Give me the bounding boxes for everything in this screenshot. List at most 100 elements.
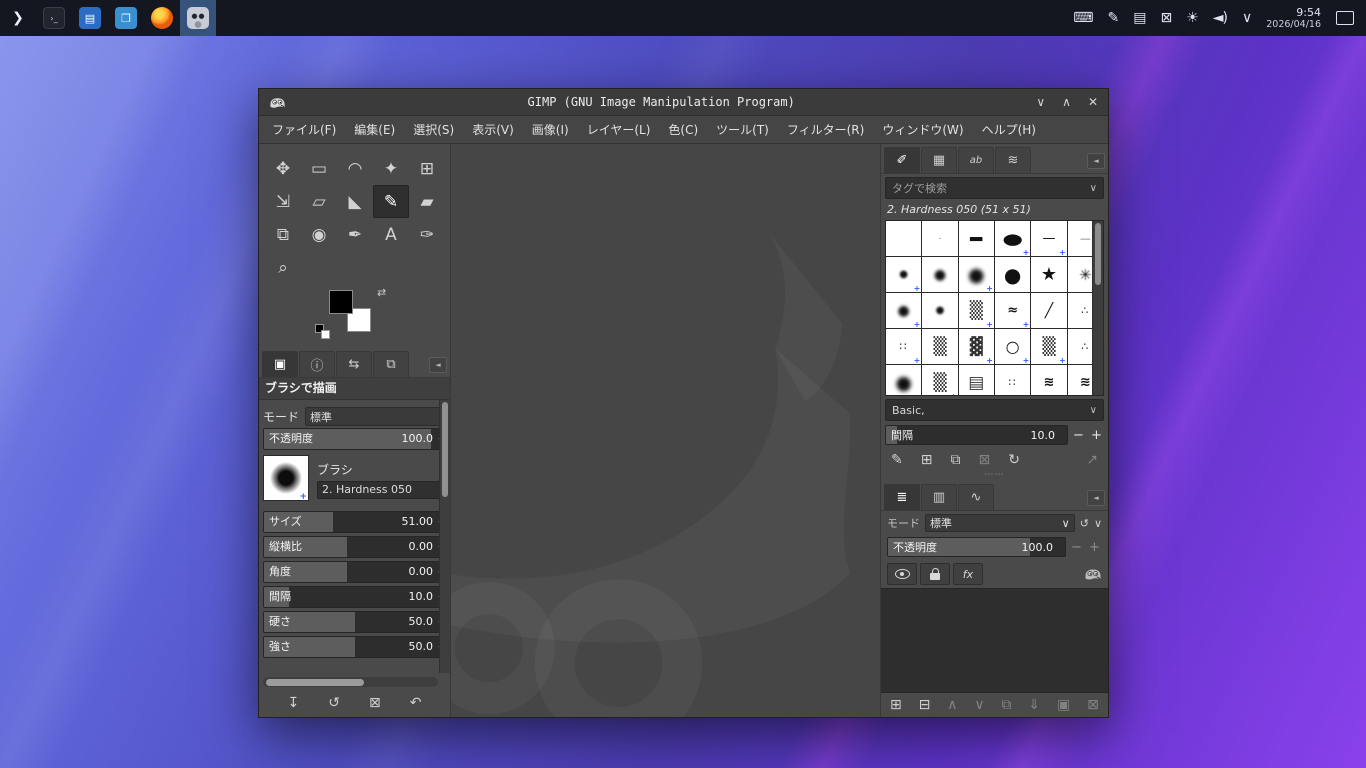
brush-item[interactable]: ▒ <box>922 329 958 364</box>
restore-tool-preset-button[interactable]: ↺ <box>328 695 340 711</box>
brush-item[interactable]: ▒ + <box>1031 329 1067 364</box>
brushes-tab[interactable]: ✐ <box>884 147 920 173</box>
launcher-file-manager[interactable]: ❐ <box>108 0 144 36</box>
menubar-item[interactable]: ウィンドウ(W) <box>873 121 972 138</box>
menubar-item[interactable]: フィルター(R) <box>778 121 873 138</box>
move-tool[interactable]: ✥ <box>265 152 301 185</box>
bucket-fill-tool[interactable]: ◣ <box>337 185 373 218</box>
scrollbar-thumb[interactable] <box>266 678 364 686</box>
opacity-slider[interactable]: 不透明度 100.0 ‒ <box>263 428 446 450</box>
new-layer-button[interactable]: ⊞ <box>890 697 902 713</box>
rectangle-select-tool[interactable]: ▭ <box>301 152 337 185</box>
show-desktop-button[interactable] <box>1336 11 1354 25</box>
decrease-opacity-button[interactable]: − <box>1069 540 1084 555</box>
gradients-tab[interactable]: ≋ <box>995 147 1031 173</box>
default-colors-icon[interactable] <box>315 324 330 339</box>
raise-layer-button[interactable]: ∧ <box>947 697 957 713</box>
brush-tag-filter[interactable]: Basic, ∨ <box>885 399 1104 421</box>
launcher-terminal[interactable]: ›_ <box>36 0 72 36</box>
brush-spacing-slider[interactable]: 間隔 10.0 <box>885 425 1068 445</box>
delete-layer-button[interactable]: ⊠ <box>1087 697 1099 713</box>
increase-opacity-button[interactable]: + <box>1087 540 1102 555</box>
clone-tool[interactable]: ⧉ <box>265 218 301 251</box>
transform-tool[interactable]: ⇲ <box>265 185 301 218</box>
brush-item[interactable]: ● <box>922 257 958 292</box>
brush-tag-search[interactable]: タグで検索 ∨ <box>885 177 1104 199</box>
color-picker-tool[interactable]: ✑ <box>409 218 445 251</box>
close-button[interactable]: ✕ <box>1088 95 1098 109</box>
menubar-item[interactable]: 選択(S) <box>404 121 463 138</box>
brush-item[interactable]: ▤ <box>958 365 994 395</box>
brush-item[interactable]: ∷ <box>994 365 1031 395</box>
paths-tab[interactable]: ∿ <box>958 484 994 510</box>
brush-item[interactable]: ▒ + <box>958 293 994 328</box>
dock-resize-grip[interactable]: ⋯⋯ <box>881 471 1108 481</box>
size-slider[interactable]: サイズ 51.00 ‒ <box>263 511 446 533</box>
tool-options-tab[interactable]: ▣ <box>262 351 298 377</box>
chevron-down-icon[interactable]: ∨ <box>1090 183 1097 194</box>
menubar-item[interactable]: 表示(V) <box>463 121 523 138</box>
effects-toggle[interactable]: fx <box>953 563 983 585</box>
brush-item[interactable]: ≈ + <box>994 293 1031 328</box>
tablet-settings-icon[interactable]: ✎ <box>1107 10 1119 26</box>
brush-item[interactable]: ● + <box>886 293 922 328</box>
brush-item[interactable] <box>886 221 922 256</box>
text-tool[interactable]: A <box>373 218 409 251</box>
aspect-ratio-slider[interactable]: 縦横比 0.00 ‒ <box>263 536 446 558</box>
force-slider[interactable]: 強さ 50.0 ‒ <box>263 636 446 658</box>
ink-tool[interactable]: ✒ <box>337 218 373 251</box>
lower-layer-button[interactable]: ∨ <box>974 697 984 713</box>
brush-grid-scrollbar[interactable] <box>1092 221 1103 395</box>
brush-item[interactable]: ▓ + <box>958 329 994 364</box>
undo-history-tab[interactable]: ⇆ <box>336 351 372 377</box>
swap-colors-icon[interactable]: ⇄ <box>377 286 386 299</box>
brush-item[interactable]: ≋ <box>1031 365 1067 395</box>
dock-menu-button[interactable]: ◄ <box>1087 153 1105 169</box>
brush-item[interactable]: ● <box>922 293 958 328</box>
foreground-color-swatch[interactable] <box>329 290 353 314</box>
duplicate-brush-button[interactable]: ⧉ <box>950 452 960 468</box>
brush-thumbnail[interactable] <box>263 455 309 502</box>
layer-opacity-slider[interactable]: 不透明度 100.0 <box>887 537 1066 557</box>
dock-menu-button[interactable]: ◄ <box>429 357 447 373</box>
merge-layer-button[interactable]: ⇓ <box>1028 697 1040 713</box>
lock-toggle[interactable] <box>920 563 950 585</box>
launcher-firefox[interactable] <box>144 0 180 36</box>
device-status-tab[interactable]: ⓘ <box>299 351 335 377</box>
hardness-slider[interactable]: 硬さ 50.0 ‒ <box>263 611 446 633</box>
brush-item[interactable]: ● + <box>958 257 994 292</box>
menubar-item[interactable]: ファイル(F) <box>263 121 345 138</box>
smudge-tool[interactable]: ◉ <box>301 218 337 251</box>
launcher-editor[interactable]: ▤ <box>72 0 108 36</box>
clock[interactable]: 9:54 2026/04/16 <box>1266 6 1321 31</box>
delete-tool-preset-button[interactable]: ⊠ <box>369 695 381 711</box>
images-tab[interactable]: ⧉ <box>373 351 409 377</box>
reset-tool-options-button[interactable]: ↶ <box>410 695 422 711</box>
scrollbar-thumb[interactable] <box>1095 223 1101 285</box>
brush-item[interactable]: ● <box>886 365 922 395</box>
menubar-item[interactable]: レイヤー(L) <box>578 121 660 138</box>
canvas-area[interactable] <box>451 144 880 717</box>
menubar-item[interactable]: 色(C) <box>659 121 707 138</box>
tag-filter-value[interactable]: Basic, <box>892 404 1090 417</box>
paintbrush-tool[interactable]: ✎ <box>373 185 409 218</box>
crop-tool[interactable]: ⊞ <box>409 152 445 185</box>
edit-brush-button[interactable]: ✎ <box>891 452 903 468</box>
brush-item[interactable]: ● + <box>886 257 922 292</box>
display-off-icon[interactable]: ⊠ <box>1160 10 1172 26</box>
menubar-item[interactable]: ツール(T) <box>707 121 778 138</box>
add-layer-mask-button[interactable]: ▣ <box>1057 697 1070 713</box>
brightness-icon[interactable]: ☀ <box>1186 10 1199 26</box>
brush-item[interactable]: ● + <box>994 221 1031 256</box>
channels-tab[interactable]: ▥ <box>921 484 957 510</box>
minimize-button[interactable]: ∨ <box>1036 95 1045 109</box>
layer-mode-dropdown[interactable]: 標準 ∨ <box>925 514 1075 532</box>
paint-mode-dropdown[interactable]: 標準 <box>305 406 446 426</box>
mode-options-button[interactable]: ∨ <box>1094 517 1102 530</box>
titlebar[interactable]: GIMP (GNU Image Manipulation Program) ∨ … <box>259 89 1108 116</box>
brush-item[interactable]: ∷ + <box>886 329 922 364</box>
handle-transform-tool[interactable]: ▱ <box>301 185 337 218</box>
menubar-item[interactable]: 編集(E) <box>345 121 404 138</box>
duplicate-layer-button[interactable]: ⧉ <box>1002 697 1012 713</box>
clipboard-icon[interactable]: ▤ <box>1133 10 1146 26</box>
